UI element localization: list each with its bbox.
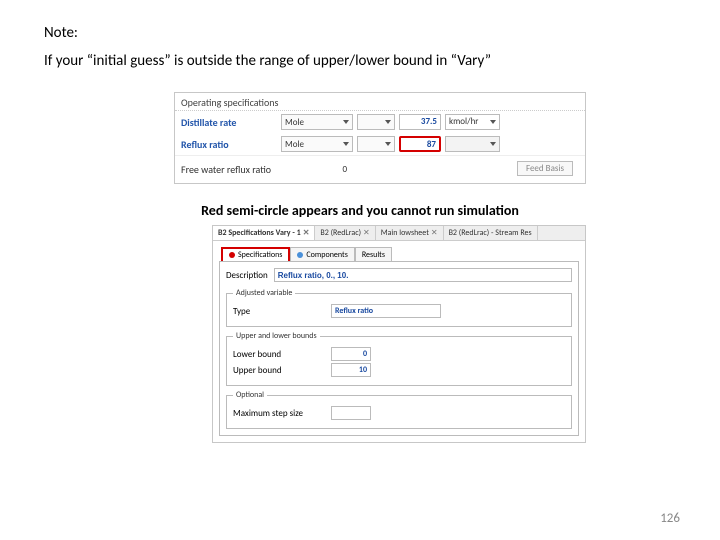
tab-label: Main lowsheet (381, 228, 429, 238)
combo-value: Mole (285, 139, 304, 150)
tab-main[interactable]: Main lowsheet✕ (376, 226, 444, 240)
bounds-legend: Upper and lower bounds (233, 331, 320, 341)
optional-group: Optional Maximum step size (226, 390, 572, 429)
note-heading: Note: (44, 24, 676, 42)
close-icon[interactable]: ✕ (363, 228, 370, 238)
description-input[interactable] (274, 268, 572, 282)
close-icon[interactable]: ✕ (431, 228, 438, 238)
chevron-down-icon (490, 120, 496, 124)
row-reflux: Reflux ratio Mole 87 (175, 133, 585, 155)
inner-tabstrip: Specifications Components Results (221, 247, 579, 261)
combo-value: Reflux ratio (335, 306, 373, 316)
distillate-unit-combo[interactable]: kmol/hr (445, 114, 500, 130)
tab-label: Components (306, 250, 347, 260)
tab-label: Results (362, 250, 385, 260)
reflux-basis-combo[interactable]: Mole (281, 136, 353, 152)
max-step-label: Maximum step size (233, 408, 325, 419)
free-water-value[interactable]: 0 (315, 163, 347, 177)
feed-basis-button[interactable]: Feed Basis (517, 161, 573, 176)
chevron-down-icon (385, 142, 391, 146)
tab-label: Specifications (238, 250, 282, 260)
distillate-empty-combo[interactable] (357, 114, 395, 130)
tab-components[interactable]: Components (290, 247, 354, 261)
optional-legend: Optional (233, 390, 267, 400)
reflux-unit-combo[interactable] (445, 136, 500, 152)
upper-bound-input[interactable]: 10 (331, 363, 371, 377)
status-dot-icon (229, 252, 235, 258)
distillate-basis-combo[interactable]: Mole (281, 114, 353, 130)
bounds-group: Upper and lower bounds Lower bound 0 Upp… (226, 331, 572, 386)
page-number: 126 (660, 511, 680, 526)
lower-bound-input[interactable]: 0 (331, 347, 371, 361)
chevron-down-icon (343, 142, 349, 146)
status-dot-icon (297, 252, 303, 258)
top-tabstrip: B2 Specifications Vary - 1✕ B2 (RedLrac)… (213, 226, 585, 241)
tab-b2-1[interactable]: B2 (RedLrac)✕ (315, 226, 375, 240)
max-step-input[interactable] (331, 406, 371, 420)
tab-vary[interactable]: B2 Specifications Vary - 1✕ (213, 226, 315, 240)
lower-bound-label: Lower bound (233, 349, 325, 360)
operating-specs-panel: Operating specifications Distillate rate… (174, 92, 586, 184)
chevron-down-icon (490, 142, 496, 146)
tab-label: B2 (RedLrac) - Stream Res (449, 228, 532, 238)
adjusted-variable-group: Adjusted variable Type Reflux ratio (226, 288, 572, 327)
row-free-water: Free water reflux ratio 0 Feed Basis (175, 155, 585, 183)
description-label: Description (226, 270, 268, 281)
chevron-down-icon (343, 120, 349, 124)
reflux-empty-combo[interactable] (357, 136, 395, 152)
reflux-label: Reflux ratio (181, 138, 277, 151)
chevron-down-icon (385, 120, 391, 124)
adjusted-legend: Adjusted variable (233, 288, 295, 298)
distillate-label: Distillate rate (181, 116, 277, 129)
tab-stream[interactable]: B2 (RedLrac) - Stream Res (444, 226, 538, 240)
description-row: Description (226, 268, 572, 282)
group-label: Operating specifications (175, 93, 585, 111)
note-text: If your “initial guess” is outside the r… (44, 52, 676, 70)
vary-spec-panel: B2 Specifications Vary - 1✕ B2 (RedLrac)… (212, 225, 586, 443)
unit-text: kmol/hr (449, 115, 478, 129)
type-label: Type (233, 306, 325, 317)
close-icon[interactable]: ✕ (303, 228, 310, 238)
distillate-value-input[interactable]: 37.5 (399, 114, 441, 130)
inner-body: Description Adjusted variable Type Reflu… (219, 261, 579, 436)
tab-label: B2 Specifications Vary - 1 (218, 228, 301, 238)
combo-value: Mole (285, 117, 304, 128)
row-distillate: Distillate rate Mole 37.5 kmol/hr (175, 111, 585, 133)
free-water-label: Free water reflux ratio (181, 163, 311, 176)
caption-text: Red semi-circle appears and you cannot r… (44, 202, 676, 219)
tab-label: B2 (RedLrac) (320, 228, 361, 238)
upper-bound-label: Upper bound (233, 365, 325, 376)
reflux-value-input[interactable]: 87 (399, 136, 441, 152)
tab-specifications[interactable]: Specifications (221, 247, 290, 261)
type-combo[interactable]: Reflux ratio (331, 304, 441, 318)
tab-results[interactable]: Results (355, 247, 392, 261)
panel2-body: Specifications Components Results Descri… (213, 241, 585, 442)
